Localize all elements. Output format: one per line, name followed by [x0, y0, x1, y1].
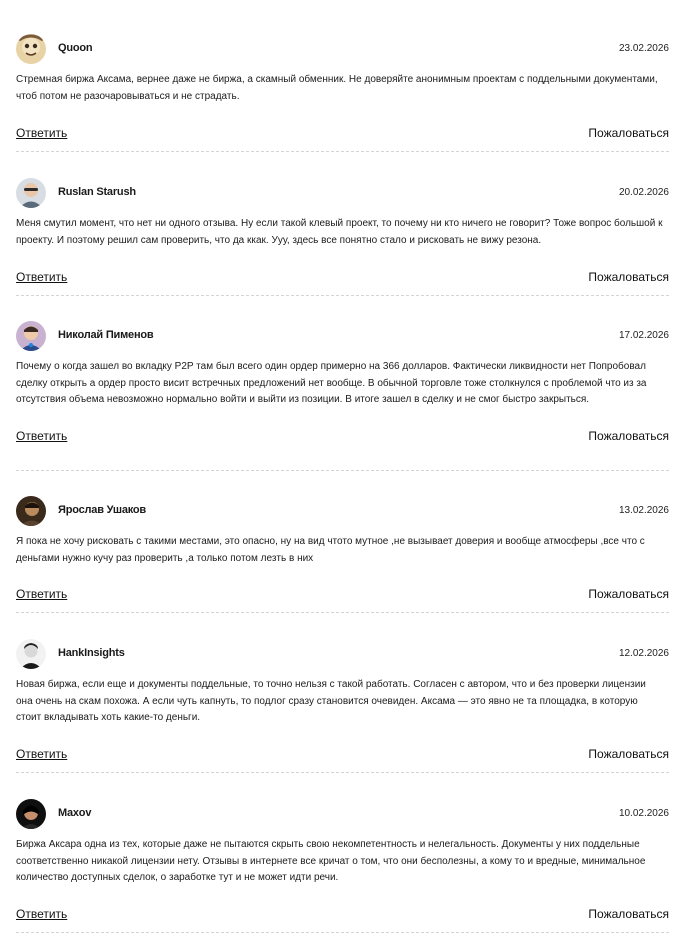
comment-author: Maxov	[58, 807, 92, 819]
comments-list: Quoon 23.02.2026 Стремная биржа Аксама, …	[0, 0, 681, 944]
comment-author: Ruslan Starush	[58, 186, 136, 198]
comment-text: Биржа Аксара одна из тех, которые даже н…	[16, 839, 646, 883]
report-link[interactable]: Пожаловаться	[588, 747, 669, 761]
comment-header: Quoon 23.02.2026	[16, 34, 669, 66]
comment-actions: Ответить Пожаловаться	[16, 907, 669, 927]
comment-date: 10.02.2026	[618, 808, 669, 819]
report-link[interactable]: Пожаловаться	[588, 429, 669, 443]
comment-date: 12.02.2026	[618, 648, 669, 659]
comment-item: HankInsights 12.02.2026 Новая биржа, есл…	[16, 639, 669, 773]
comment-item: Николай Пименов 17.02.2026 Почему о когд…	[16, 321, 669, 471]
comment-header: Maxov 10.02.2026	[16, 799, 669, 831]
reply-link[interactable]: Ответить	[16, 126, 67, 140]
report-link[interactable]: Пожаловаться	[588, 907, 669, 921]
comment-date: 17.02.2026	[618, 330, 669, 341]
avatar[interactable]	[16, 799, 46, 829]
avatar[interactable]	[16, 496, 46, 526]
comment-author: Николай Пименов	[58, 329, 154, 341]
comment-author: Ярослав Ушаков	[58, 504, 146, 516]
comment-actions: Ответить Пожаловаться	[16, 270, 669, 290]
avatar[interactable]	[16, 34, 46, 64]
comment-date: 13.02.2026	[618, 505, 669, 516]
comment-header: Николай Пименов 17.02.2026	[16, 321, 669, 353]
comment-actions: Ответить Пожаловаться	[16, 429, 669, 449]
comment-item: Ярослав Ушаков 13.02.2026 Я пока не хочу…	[16, 496, 669, 613]
comment-item: Ruslan Starush 20.02.2026 Меня смутил мо…	[16, 178, 669, 296]
comment-actions: Ответить Пожаловаться	[16, 126, 669, 146]
comment-header: HankInsights 12.02.2026	[16, 639, 669, 671]
comment-text: Почему о когда зашел во вкладку P2P там …	[16, 361, 647, 405]
avatar[interactable]	[16, 178, 46, 208]
comment-item: Quoon 23.02.2026 Стремная биржа Аксама, …	[16, 34, 669, 152]
comment-date: 23.02.2026	[618, 43, 669, 54]
reply-link[interactable]: Ответить	[16, 907, 67, 921]
report-link[interactable]: Пожаловаться	[588, 270, 669, 284]
comment-header: Ярослав Ушаков 13.02.2026	[16, 496, 669, 528]
report-link[interactable]: Пожаловаться	[588, 587, 669, 601]
comment-text: Я пока не хочу рисковать с такими местам…	[16, 536, 645, 564]
report-link[interactable]: Пожаловаться	[588, 126, 669, 140]
comment-header: Ruslan Starush 20.02.2026	[16, 178, 669, 210]
reply-link[interactable]: Ответить	[16, 747, 67, 761]
avatar[interactable]	[16, 639, 46, 669]
comment-author: HankInsights	[58, 647, 125, 659]
comment-text: Стремная биржа Аксама, вернее даже не би…	[16, 74, 658, 102]
comment-actions: Ответить Пожаловаться	[16, 747, 669, 767]
comment-actions: Ответить Пожаловаться	[16, 587, 669, 607]
comment-text: Новая биржа, если еще и документы поддел…	[16, 679, 646, 723]
reply-link[interactable]: Ответить	[16, 587, 67, 601]
comment-author: Quoon	[58, 42, 93, 54]
comment-item: Maxov 10.02.2026 Биржа Аксара одна из те…	[16, 799, 669, 933]
reply-link[interactable]: Ответить	[16, 270, 67, 284]
comment-date: 20.02.2026	[618, 187, 669, 198]
reply-link[interactable]: Ответить	[16, 429, 67, 443]
avatar[interactable]	[16, 321, 46, 351]
comment-text: Меня смутил момент, что нет ни одного от…	[16, 218, 663, 246]
